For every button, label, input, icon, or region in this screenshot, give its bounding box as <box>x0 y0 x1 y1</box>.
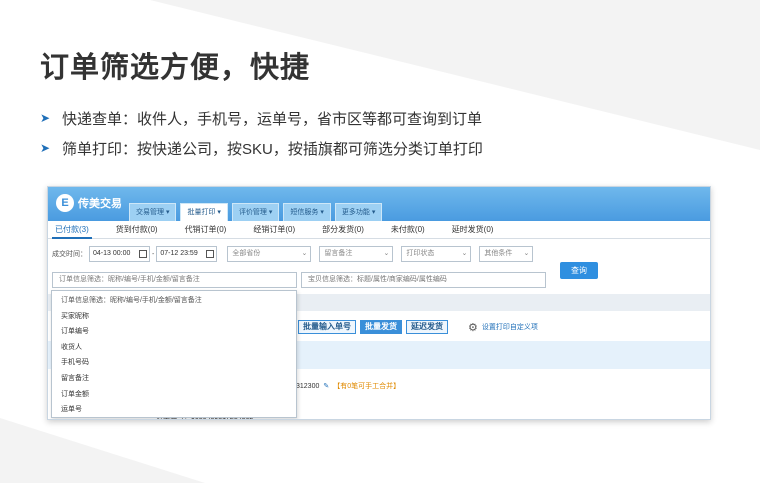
chevron-down-icon: ⌄ <box>301 250 308 257</box>
nav-review[interactable]: 评价管理 ▾ <box>231 203 280 221</box>
app-logo: E 传美交易 <box>56 194 122 212</box>
tab-cod[interactable]: 货到付款(0) <box>113 221 161 239</box>
province-select[interactable]: 全部省份 ⌄ <box>227 246 312 262</box>
action-buttons: 批量输入单号 批量发货 延迟发货 ⚙ 设置打印自定义项 <box>298 320 538 334</box>
date-to-input[interactable]: 07-12 23:59 <box>156 246 218 262</box>
date-from-input[interactable]: 04-13 00:00 <box>89 246 150 262</box>
other-conditions-select[interactable]: 其他条件 ⌄ <box>479 246 534 262</box>
print-settings-link[interactable]: 设置打印自定义项 <box>482 322 538 332</box>
feature-text: 快递查单：收件人，手机号，运单号，省市区等都可查询到订单 <box>62 110 483 128</box>
arrow-icon: ➤ <box>40 141 51 155</box>
nav-batch-print[interactable]: 批量打印 ▾ <box>180 203 228 221</box>
batch-input-tracking-button[interactable]: 批量输入单号 <box>298 320 356 334</box>
arrow-icon: ➤ <box>40 111 51 125</box>
edit-icon[interactable]: ✎ <box>323 382 329 390</box>
tab-distribution[interactable]: 经销订单(0) <box>250 221 298 239</box>
calendar-icon <box>206 250 215 258</box>
tab-delayed[interactable]: 延时发货(0) <box>449 221 497 239</box>
order-tabs: 已付款(3) 货到付款(0) 代销订单(0) 经销订单(0) 部分发货(0) 未… <box>48 221 710 239</box>
nav-trade[interactable]: 交易管理 ▾ <box>129 203 177 221</box>
order-tail-number: 312300 <box>296 382 320 390</box>
dropdown-option[interactable]: 订单金额 <box>52 387 296 403</box>
tab-paid[interactable]: 已付款(3) <box>52 221 92 239</box>
dropdown-option[interactable]: 收货人 <box>52 340 296 356</box>
dropdown-option[interactable]: 运单号 <box>52 402 296 418</box>
logo-text: 传美交易 <box>78 198 122 210</box>
tab-unpaid[interactable]: 未付款(0) <box>388 221 428 239</box>
date-label: 成交时间： <box>52 251 87 258</box>
remark-select[interactable]: 留言备注 ⌄ <box>319 246 394 262</box>
merge-hint[interactable]: 【有0笔可手工合并】 <box>333 381 400 391</box>
order-summary-line: 312300 ✎ 【有0笔可手工合并】 <box>296 381 400 391</box>
dropdown-option[interactable]: 手机号码 <box>52 355 296 371</box>
date-separator: - <box>152 250 155 258</box>
dropdown-option[interactable]: 留言备注 <box>52 371 296 387</box>
dropdown-option[interactable]: 订单编号 <box>52 324 296 340</box>
delay-ship-button[interactable]: 延迟发货 <box>406 320 448 334</box>
chevron-down-icon: ⌄ <box>523 250 530 257</box>
query-button[interactable]: 查询 <box>560 262 598 279</box>
feature-item: ➤ 快递查单：收件人，手机号，运单号，省市区等都可查询到订单 <box>40 103 483 133</box>
dropdown-option[interactable]: 买家昵称 <box>52 309 296 325</box>
feature-item: ➤ 筛单打印：按快递公司，按SKU，按插旗都可筛选分类订单打印 <box>40 133 483 163</box>
nav-sms[interactable]: 短信服务 ▾ <box>283 203 331 221</box>
logo-icon: E <box>56 194 74 212</box>
tab-partial-shipped[interactable]: 部分发货(0) <box>319 221 367 239</box>
page-headline: 订单筛选方便，快捷 <box>40 52 311 84</box>
order-info-dropdown: 订单信息筛选：昵称/编号/手机/金额/留言备注 买家昵称 订单编号 收货人 手机… <box>51 290 297 418</box>
main-nav: 交易管理 ▾ 批量打印 ▾ 评价管理 ▾ 短信服务 ▾ 更多功能 ▾ <box>129 203 386 221</box>
tab-consignment[interactable]: 代销订单(0) <box>182 221 230 239</box>
nav-more[interactable]: 更多功能 ▾ <box>334 203 383 221</box>
gear-icon[interactable]: ⚙ <box>468 321 478 334</box>
feature-list: ➤ 快递查单：收件人，手机号，运单号，省市区等都可查询到订单 ➤ 筛单打印：按快… <box>40 103 483 163</box>
chevron-down-icon: ⌄ <box>461 250 468 257</box>
dropdown-option[interactable]: 订单信息筛选：昵称/编号/手机/金额/留言备注 <box>52 293 296 309</box>
item-info-filter-select[interactable]: 宝贝信息筛选：标题/属性/商家编码/属性编码 <box>301 272 546 288</box>
calendar-icon <box>139 250 147 258</box>
filter-row: 成交时间： 04-13 00:00 - 07-12 23:59 全部省份 ⌄ 留言… <box>52 246 534 262</box>
print-status-select[interactable]: 打印状态 ⌄ <box>401 246 472 262</box>
chevron-down-icon: ⌄ <box>383 250 390 257</box>
app-screenshot: E 传美交易 交易管理 ▾ 批量打印 ▾ 评价管理 ▾ 短信服务 ▾ 更多功能 … <box>47 186 711 420</box>
batch-ship-button[interactable]: 批量发货 <box>360 320 402 334</box>
feature-text: 筛单打印：按快递公司，按SKU，按插旗都可筛选分类订单打印 <box>62 140 483 158</box>
app-topbar: E 传美交易 交易管理 ▾ 批量打印 ▾ 评价管理 ▾ 短信服务 ▾ 更多功能 … <box>48 187 710 221</box>
order-info-filter-select[interactable]: 订单信息筛选：昵称/编号/手机/金额/留言备注 <box>52 272 297 288</box>
